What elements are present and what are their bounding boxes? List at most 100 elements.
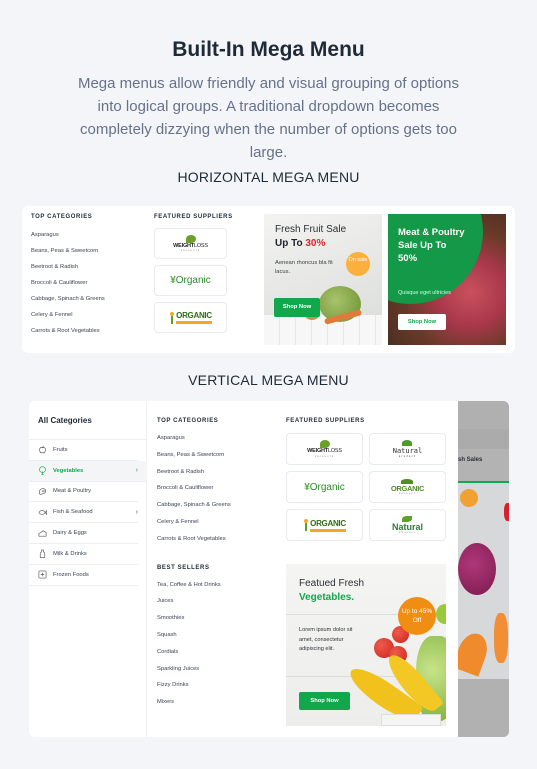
pepper-image xyxy=(504,503,509,521)
sidebar-item-frozen-foods[interactable]: Frozen Foods xyxy=(29,565,138,586)
paper-bag-image xyxy=(381,714,441,726)
cheese-icon xyxy=(38,529,47,538)
category-link[interactable]: Asparagus xyxy=(31,231,105,247)
featured-suppliers-column: FEATURED SUPPLIERS WEIGHTLOSS PRODUCTS N… xyxy=(286,418,446,541)
organic-bold-logo: ORGANIC xyxy=(169,311,212,324)
top-categories-column: TOP CATEGORIES Asparagus Beans, Peas & S… xyxy=(31,214,105,343)
supplier-weight-loss[interactable]: WEIGHTLOSS PRODUCTS xyxy=(154,228,227,259)
category-link[interactable]: Beetroot & Radish xyxy=(31,263,105,279)
supplier-natural-product[interactable]: Natural product xyxy=(369,433,446,465)
sidebar-item-label: Meat & Poultry xyxy=(53,488,92,495)
banner-subtitle: Up To 30% xyxy=(275,238,325,249)
apple-image xyxy=(436,604,446,624)
best-seller-link[interactable]: Tea, Coffee & Hot Drinks xyxy=(157,581,231,598)
background-footer xyxy=(458,679,509,737)
tomato-image xyxy=(460,489,478,507)
category-link[interactable]: Celery & Fennel xyxy=(157,518,231,535)
discount-value: 30% xyxy=(305,238,326,249)
sidebar-item-fish-seafood[interactable]: Fish & Seafood › xyxy=(29,502,138,524)
logo-underline xyxy=(176,321,212,324)
supplier-grid: WEIGHTLOSS PRODUCTS Natural product ¥Org… xyxy=(286,433,446,541)
vegetables-photo xyxy=(452,483,509,679)
logo-subtext: product xyxy=(398,455,417,458)
shop-now-button[interactable]: Shop Now xyxy=(299,692,350,710)
category-link[interactable]: Carrots & Root Vegetables xyxy=(157,535,231,552)
best-seller-link[interactable]: Cordials xyxy=(157,648,231,665)
category-link[interactable]: Cabbage, Spinach & Greens xyxy=(157,501,231,518)
sidebar-item-milk-drinks[interactable]: Milk & Drinks xyxy=(29,544,138,565)
best-seller-link[interactable]: Sparkling Juices xyxy=(157,665,231,682)
sidebar-item-label: Milk & Drinks xyxy=(53,550,87,557)
banner-description: Aenean rhoncus bla fit lacus. xyxy=(275,260,333,275)
supplier-organic[interactable]: ¥Organic xyxy=(286,471,363,503)
best-seller-link[interactable]: Juices xyxy=(157,597,231,614)
person-leaf-icon xyxy=(303,519,309,531)
supplier-organic-product[interactable]: ORGANIC PRODUCT xyxy=(369,471,446,503)
category-link[interactable]: Broccoli & Cauliflower xyxy=(31,279,105,295)
background-header xyxy=(458,401,509,429)
sidebar-item-label: Vegetables xyxy=(53,467,84,474)
sidebar-item-dairy-eggs[interactable]: Dairy & Eggs xyxy=(29,523,138,544)
on-sale-badge: On sale xyxy=(346,252,370,276)
best-seller-link[interactable]: Smoothies xyxy=(157,614,231,631)
carrot-image xyxy=(494,613,508,663)
category-link[interactable]: Beetroot & Radish xyxy=(157,468,231,485)
logo-subtext: PRODUCT xyxy=(399,493,416,495)
carrot-image xyxy=(452,629,492,677)
logo-text: ORGANIC xyxy=(176,311,212,320)
banner-title: Meat & Poultry Sale Up To 50% xyxy=(398,227,465,264)
weight-loss-logo: WEIGHTLOSS PRODUCTS xyxy=(173,234,208,252)
category-link[interactable]: Beans, Peas & Sweetcorn xyxy=(31,247,105,263)
top-categories-heading: TOP CATEGORIES xyxy=(31,214,93,220)
supplier-organic-bold[interactable]: ORGANIC xyxy=(154,302,227,333)
discount-badge: Up to 45% Off xyxy=(398,597,436,635)
logo-text: LOSS xyxy=(327,448,342,455)
best-sellers-group: BEST SELLERS Tea, Coffee & Hot Drinks Ju… xyxy=(157,565,231,715)
organic-bold-logo: ORGANIC xyxy=(303,519,346,532)
sidebar-item-fruits[interactable]: Fruits xyxy=(29,440,138,461)
category-link[interactable]: Celery & Fennel xyxy=(31,311,105,327)
sidebar-item-label: Fruits xyxy=(53,446,68,453)
banner-description: Quisque eget ultricies xyxy=(398,290,451,296)
supplier-natural-green[interactable]: Natural PRODUCT xyxy=(369,509,446,541)
logo-text: Natural xyxy=(391,522,423,532)
organic-product-logo: ORGANIC PRODUCT xyxy=(391,479,424,495)
category-link[interactable]: Broccoli & Cauliflower xyxy=(157,484,231,501)
sidebar-item-label: Frozen Foods xyxy=(53,571,89,578)
featured-suppliers-heading: FEATURED SUPPLIERS xyxy=(154,214,233,220)
sidebar-title: All Categories xyxy=(38,416,92,425)
sidebar-item-vegetables[interactable]: Vegetables › xyxy=(29,460,147,482)
sidebar-item-label: Dairy & Eggs xyxy=(53,530,87,537)
vertical-mega-menu: sh Sales All Categories Fruits Vegetable… xyxy=(29,401,509,737)
background-page-preview: sh Sales xyxy=(452,401,509,737)
vertical-section-title: VERTICAL MEGA MENU xyxy=(188,372,349,388)
logo-subtext: PRODUCTS xyxy=(314,455,335,458)
category-link[interactable]: Beans, Peas & Sweetcorn xyxy=(157,451,231,468)
category-link[interactable]: Carrots & Root Vegetables xyxy=(31,327,105,343)
logo-text: LOSS xyxy=(193,242,208,249)
fresh-vegetables-banner[interactable]: Featued Fresh Vegetables. Lorem ipsum do… xyxy=(286,564,446,726)
apple-icon xyxy=(38,445,47,454)
best-seller-link[interactable]: Squash xyxy=(157,631,231,648)
submenu-panel: TOP CATEGORIES Asparagus Beans, Peas & S… xyxy=(147,401,458,737)
logo-text: WEIGHT xyxy=(307,448,328,455)
sidebar-item-meat-poultry[interactable]: Meat & Poultry xyxy=(29,482,138,503)
shop-now-button[interactable]: Shop Now xyxy=(398,314,446,330)
fresh-fruit-sale-banner[interactable]: Fresh Fruit Sale Up To 30% Aenean rhoncu… xyxy=(264,214,382,345)
logo-text: WEIGHT xyxy=(173,242,194,249)
meat-poultry-sale-banner[interactable]: Meat & Poultry Sale Up To 50% Quisque eg… xyxy=(388,214,506,345)
best-seller-link[interactable]: Mixers xyxy=(157,698,231,715)
banner-description: Lorem ipsum dolor sit amet, consectetur … xyxy=(299,627,353,652)
supplier-weight-loss[interactable]: WEIGHTLOSS PRODUCTS xyxy=(286,433,363,465)
supplier-organic[interactable]: ¥Organic xyxy=(154,265,227,296)
logo-subtext: PRODUCT xyxy=(399,532,416,534)
supplier-organic-bold[interactable]: ORGANIC xyxy=(286,509,363,541)
category-sidebar: All Categories Fruits Vegetables › Meat … xyxy=(29,401,147,737)
category-link[interactable]: Cabbage, Spinach & Greens xyxy=(31,295,105,311)
best-seller-link[interactable]: Fizzy Drinks xyxy=(157,681,231,698)
logo-underline xyxy=(310,528,346,532)
shop-now-button[interactable]: Shop Now xyxy=(274,298,320,317)
category-link[interactable]: Asparagus xyxy=(157,434,231,451)
categories-column: TOP CATEGORIES Asparagus Beans, Peas & S… xyxy=(157,418,231,715)
person-leaf-icon xyxy=(169,311,175,324)
